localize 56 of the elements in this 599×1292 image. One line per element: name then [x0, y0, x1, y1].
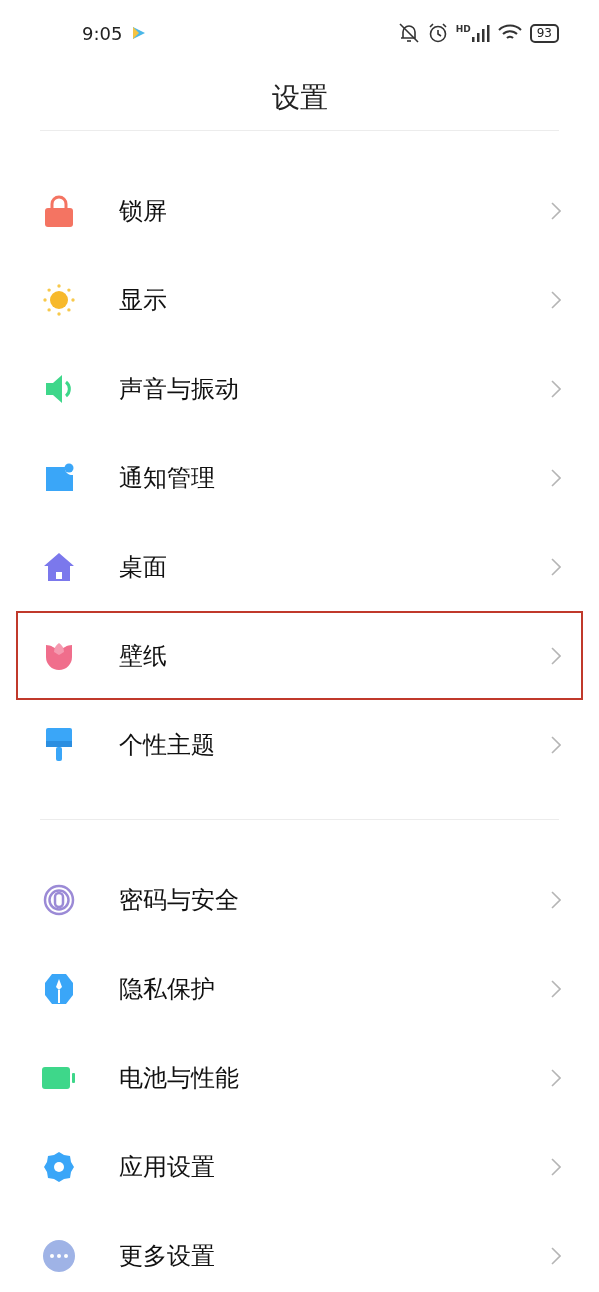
chevron-right-icon [551, 1068, 561, 1087]
chevron-right-icon [551, 979, 561, 998]
settings-row[interactable]: 密码与安全 [16, 855, 583, 944]
paint-brush-icon [46, 727, 72, 762]
settings-row[interactable]: 桌面 [16, 522, 583, 611]
settings-row[interactable]: 个性主题 [16, 700, 583, 789]
shield-icon [44, 972, 74, 1005]
settings-row[interactable]: 显示 [16, 255, 583, 344]
play-icon [132, 26, 147, 40]
chevron-right-icon [551, 890, 561, 909]
chevron-right-icon [551, 557, 561, 576]
network-type-label: HD [455, 24, 471, 34]
setting-label: 声音与振动 [119, 373, 240, 405]
home-icon [43, 551, 75, 582]
setting-label: 电池与性能 [119, 1062, 240, 1094]
chevron-right-icon [551, 1157, 561, 1176]
settings-row[interactable]: 隐私保护 [16, 944, 583, 1033]
settings-row[interactable]: 壁纸 [16, 611, 583, 700]
speaker-icon [44, 372, 74, 405]
setting-label: 应用设置 [119, 1151, 216, 1183]
battery-level: 93 [529, 23, 559, 43]
settings-row[interactable]: 电池与性能 [16, 1033, 583, 1122]
setting-label: 通知管理 [119, 462, 216, 494]
setting-label: 桌面 [119, 551, 168, 583]
fingerprint-icon [43, 883, 75, 916]
setting-label: 壁纸 [119, 640, 168, 672]
setting-label: 个性主题 [119, 729, 216, 761]
setting-label: 更多设置 [119, 1240, 216, 1272]
tulip-icon [44, 640, 74, 671]
sun-icon [42, 282, 76, 317]
lock-icon [45, 194, 73, 227]
settings-row[interactable]: 应用设置 [16, 1122, 583, 1211]
battery-icon [42, 1066, 76, 1089]
muted-bell-icon [397, 23, 420, 43]
chevron-right-icon [551, 646, 561, 665]
chevron-right-icon [551, 290, 561, 309]
chevron-right-icon [551, 735, 561, 754]
setting-label: 隐私保护 [119, 973, 216, 1005]
signal-icon [471, 24, 490, 42]
status-time: 9:05 [82, 22, 123, 44]
gear-icon [43, 1150, 75, 1183]
settings-row[interactable]: 更多设置 [16, 1211, 583, 1292]
chevron-right-icon [551, 468, 561, 487]
notification-icon [44, 462, 74, 493]
chevron-right-icon [551, 201, 561, 220]
page-title: 设置 [270, 80, 329, 116]
setting-label: 锁屏 [119, 195, 168, 227]
setting-label: 密码与安全 [119, 884, 240, 916]
alarm-clock-icon [427, 23, 448, 43]
setting-label: 显示 [119, 284, 168, 316]
more-icon [43, 1239, 75, 1272]
settings-row[interactable]: 声音与振动 [16, 344, 583, 433]
settings-row[interactable]: 锁屏 [16, 166, 583, 255]
chevron-right-icon [551, 1246, 561, 1265]
settings-row[interactable]: 通知管理 [16, 433, 583, 522]
chevron-right-icon [551, 379, 561, 398]
